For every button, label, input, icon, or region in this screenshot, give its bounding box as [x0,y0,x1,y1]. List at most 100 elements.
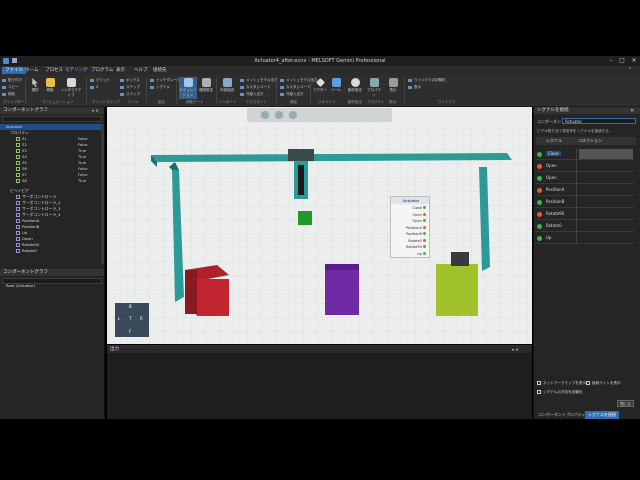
custom-code-button[interactable]: カスタムコード [240,85,271,90]
group-motion: 動作設定 [348,100,362,104]
nav-label-front[interactable]: F [129,329,131,334]
signal-popup[interactable]: Actuator Close Open Open PositionA Posit… [390,196,430,258]
box-button[interactable]: ボックス [120,78,140,83]
signal-row-selected[interactable]: Close [535,148,634,160]
step-button[interactable]: ステップ [120,85,140,90]
continuous-button[interactable]: 連続設定 [199,77,213,99]
group-tool: ツール [128,100,139,104]
move-button[interactable]: 移動 [43,77,57,99]
nav-label-back[interactable]: B [129,304,132,309]
pin-icon[interactable]: ▾ ✕ [92,108,99,113]
menu-connect[interactable]: 接続先 [150,67,170,74]
maximize-button[interactable]: □ [617,57,627,65]
external-io-button[interactable]: 外部入出力 [240,92,264,97]
panel-title: コンポーネントグラフ [0,107,104,114]
property-button[interactable]: プロパティ [367,77,381,99]
copy-button[interactable]: コピー [2,85,19,90]
structure-button-1[interactable]: メッシュモデル出力 [280,78,318,83]
window-display-button[interactable]: 表示 [408,85,421,90]
paste-button[interactable]: 貼り付け [2,78,22,83]
external-connect-button[interactable]: 外部接続 [220,77,234,99]
minimize-button[interactable]: – [606,57,616,65]
signal-row[interactable]: Open [535,160,634,172]
group-clipboard: クリップボード [3,100,28,104]
signal-row[interactable]: PositionA [535,184,634,196]
red-box [197,279,229,316]
behavior-row[interactable]: Rotate0 [0,248,104,254]
tab-connect-signal[interactable]: シグナルを接続 [585,411,619,419]
z-snap-toggle[interactable]: Z [90,85,98,90]
display-button[interactable]: 表示 [386,77,400,99]
group-grid-snap: グリッドスナップ [92,100,120,104]
group-fixed: 固定 [158,100,165,104]
search-input[interactable] [2,116,102,122]
tab-component-properties[interactable]: コンポーネントプロパティ [535,411,589,419]
structure-button-3[interactable]: 外部入出力 [280,92,304,97]
window-init-button[interactable]: ウインドウの初期化 [408,78,446,83]
nav-label-left[interactable]: L [118,316,120,321]
purple-box [325,264,359,315]
connect-icon [222,78,232,87]
stop-icon [289,111,297,119]
mesh-output-button[interactable]: メッシュモデル出力 [240,78,278,83]
group-window: ウインドウ [438,100,456,104]
property-row[interactable]: S8 True [0,178,104,184]
motion-settings-button[interactable]: 動作設定 [348,77,362,99]
group-import: インポート [219,100,237,104]
close-window-button[interactable]: ✕ [629,57,639,65]
cursor-icon [32,78,38,87]
menu-help[interactable]: ヘルプ [131,67,151,74]
delete-button[interactable]: 削除 [2,92,15,97]
menu-view[interactable]: 表示 [113,67,128,74]
emulation-icon [183,78,193,87]
structure-button-2[interactable]: カスタムコード [280,85,311,90]
signal-row[interactable]: Up [535,232,634,244]
gear-icon [350,78,360,87]
select-button[interactable]: 選択 [28,77,42,99]
actor-button[interactable]: アクター [313,77,327,99]
scrollbar[interactable] [101,124,104,264]
scene-svg [107,107,532,344]
network-map-check[interactable]: ネットワークマップを表示 [537,381,586,386]
close-icon[interactable]: ✕ [630,108,634,114]
hint-text: ビデオ割り当て済信号をシグナルを接続する [537,129,609,133]
tree-root-2[interactable]: Root (Actuator) [0,283,104,289]
connection-line-check[interactable]: 接続ラインを表示 [586,381,621,386]
popup-title: Actuator [391,197,429,204]
emulation-button[interactable]: エミュレーション [179,77,197,99]
group-structure: 構造 [290,100,297,104]
group-property: プロパティ [367,100,385,104]
menu-modeling[interactable]: モデリング [62,67,91,74]
signal-row[interactable]: Rotate0 [535,220,634,232]
group-geometry: ジオメトリ [318,100,336,104]
gripper-block [298,211,312,225]
snap-button[interactable]: スナップ [120,92,140,97]
menu-home[interactable]: ホーム [22,67,41,74]
move-icon [45,78,55,87]
component-graph-panel: コンポーネントグラフ ▾ ✕ Actuator プロパティ S1 False S2… [0,107,105,419]
chevron-up-icon[interactable]: ⌃ [628,67,632,73]
group-display: 表示 [389,100,396,104]
auto-direction-check[interactable]: シグナルの方向を自動化 [537,390,583,395]
3d-viewport[interactable]: B L T R F Actuator Close Open Open Posit… [107,107,532,344]
sensor-device [451,252,469,266]
nav-label-right[interactable]: R [140,316,143,321]
close-button[interactable]: 閉じる [617,400,634,407]
signal-row[interactable]: Rotate90 [535,208,634,220]
nav-label-top[interactable]: T [129,316,131,321]
panel-title-2: コンポーネントグラフ [0,269,104,276]
interactive-button[interactable]: インタラクティブ [60,77,82,99]
signal-button[interactable]: シグナル [150,85,170,90]
title-bar: Actuator4_after.ecnx - MELSOFT Gemini Pr… [0,56,640,66]
window-title: Actuator4_after.ecnx - MELSOFT Gemini Pr… [254,58,386,64]
menu-bar: ファイル ホーム プロセス モデリング プログラム 表示 ヘルプ 接続先 ⌃ [0,66,640,75]
signal-row[interactable]: PositionB [535,196,634,208]
pin-icon[interactable]: ▾ ✕ [512,347,519,352]
rewind-icon [261,111,269,119]
signal-row[interactable]: Open [535,172,634,184]
grid-snap-toggle[interactable]: グリッド [90,78,110,83]
group-manipulation: マニピュレーション [42,100,74,104]
component-select[interactable]: Actuator [562,118,636,124]
continuous-icon [201,78,211,87]
tool-button[interactable]: ツール [329,77,343,99]
